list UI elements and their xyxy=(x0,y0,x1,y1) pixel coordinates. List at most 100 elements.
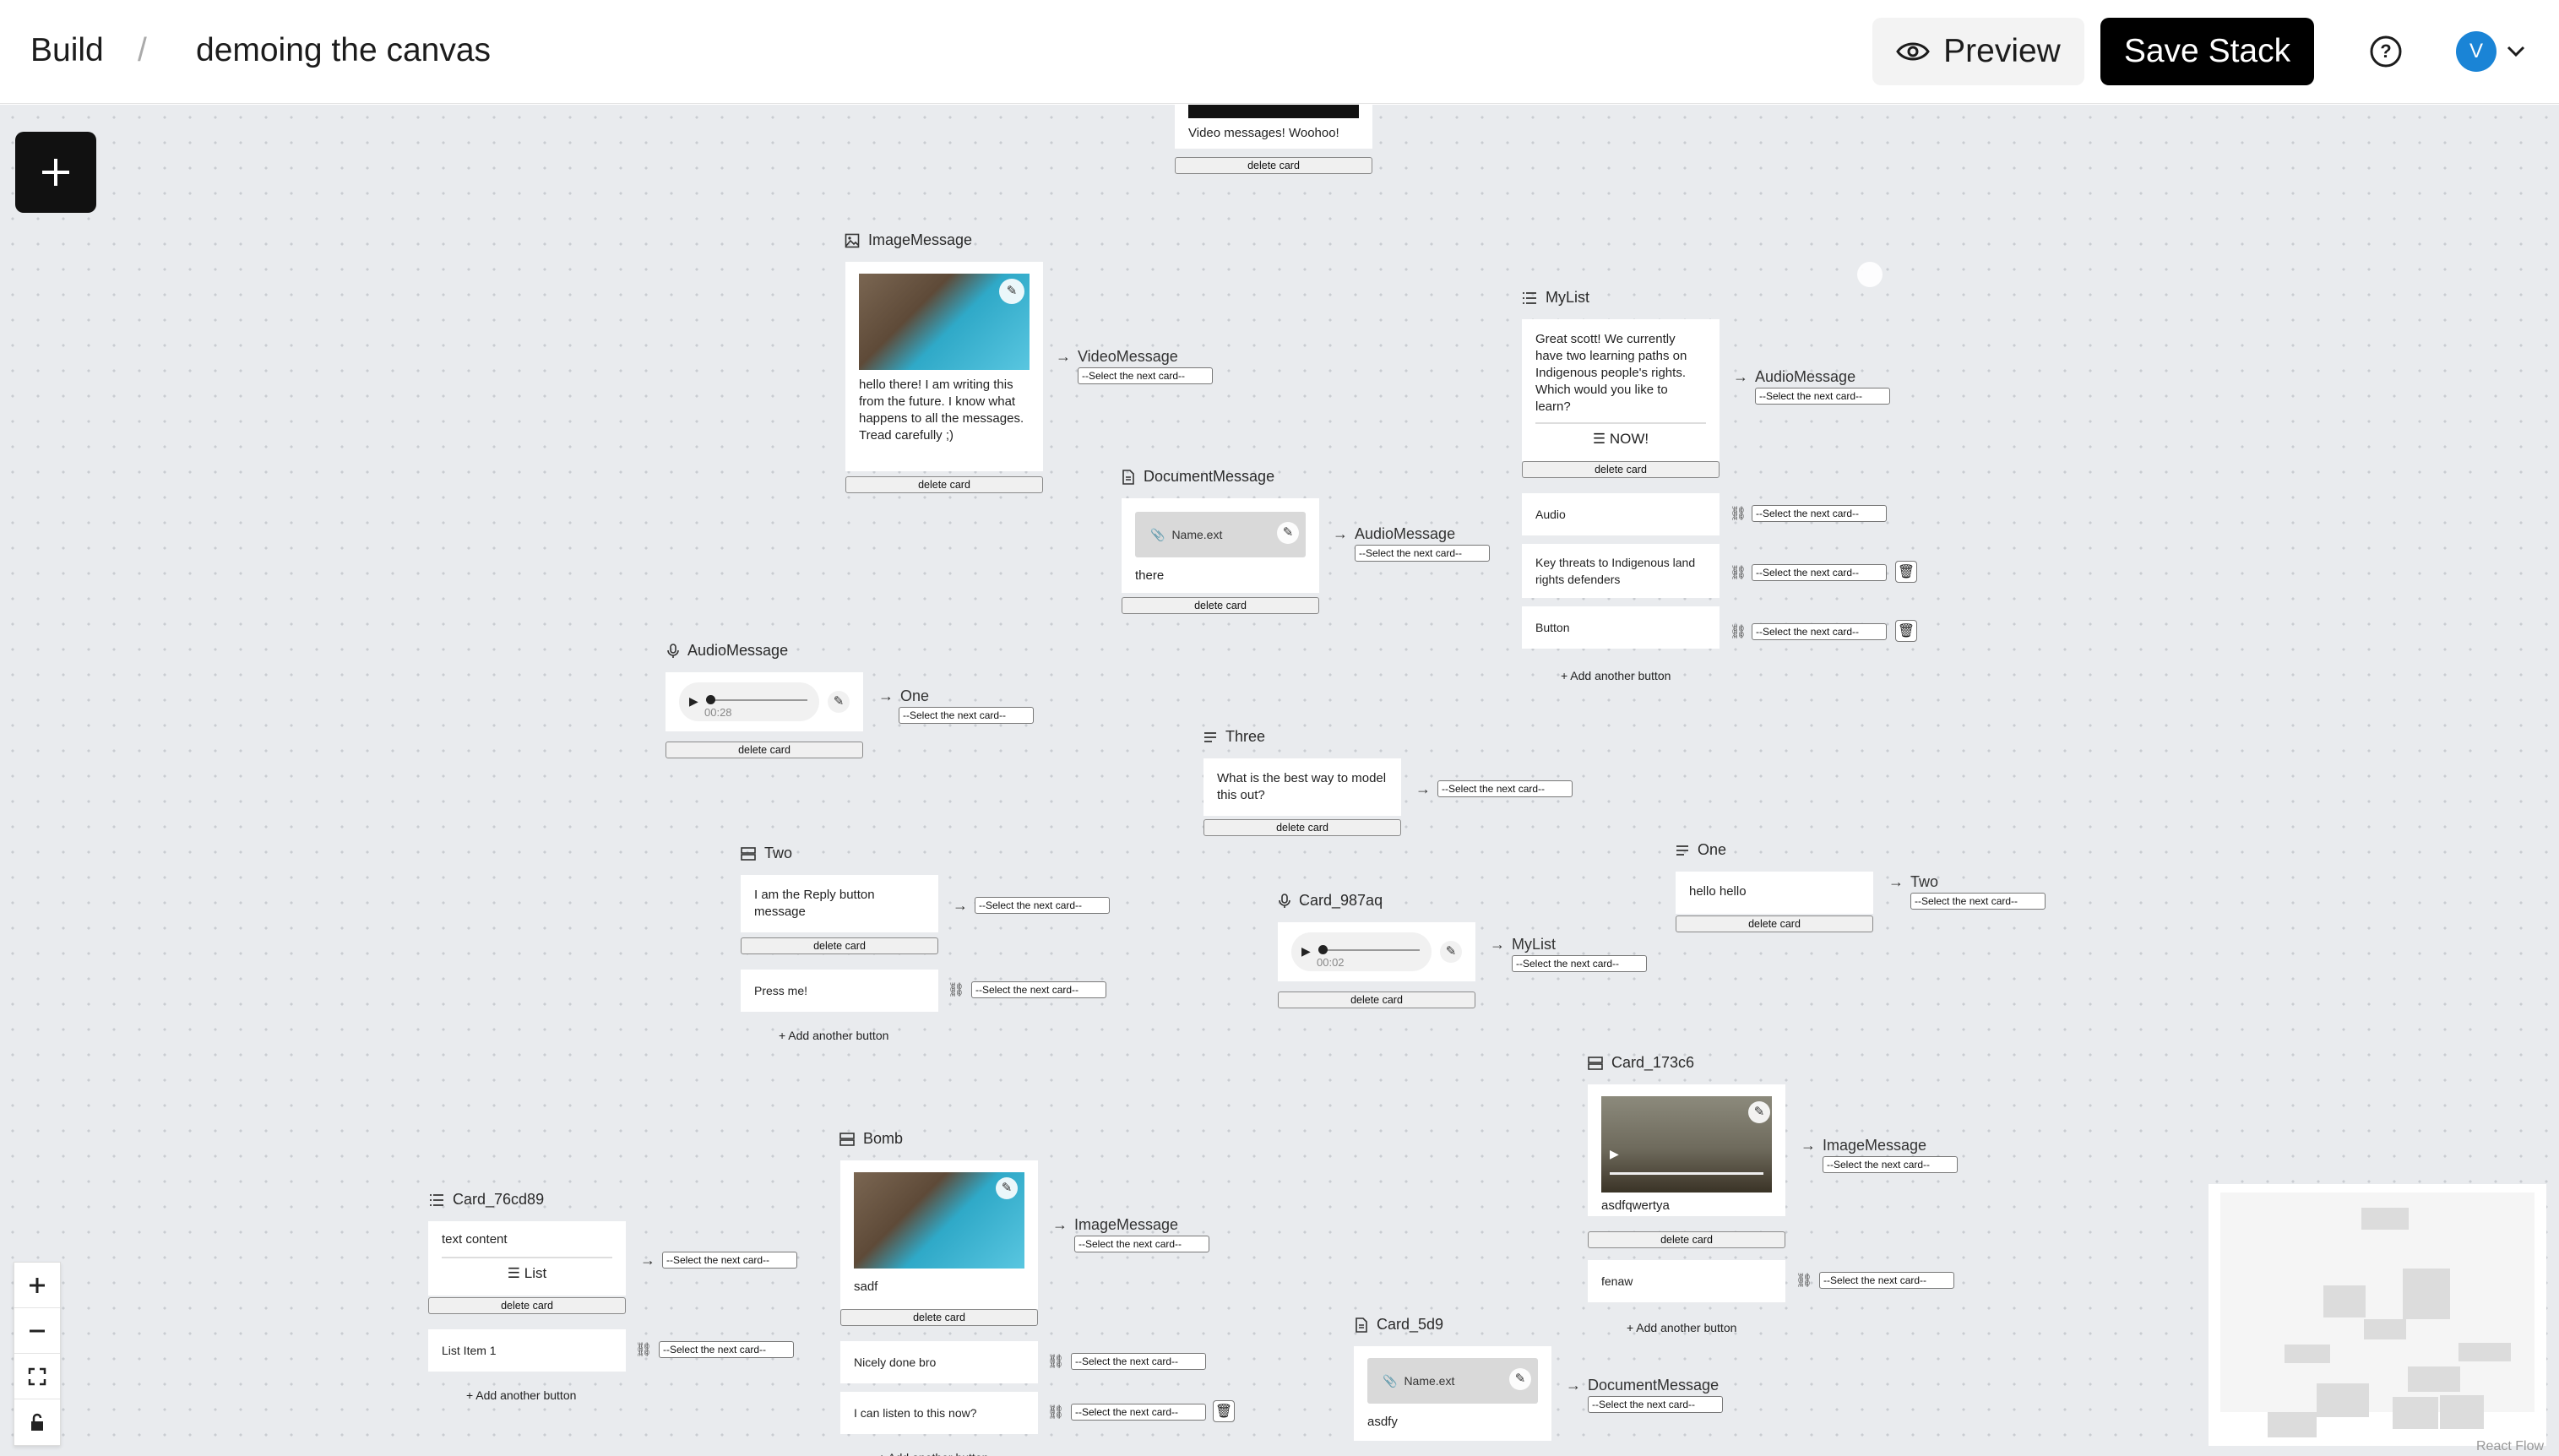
list-option[interactable]: List Item 1 xyxy=(428,1329,626,1372)
video-thumbnail xyxy=(1188,105,1359,118)
preview-button[interactable]: Preview xyxy=(1872,18,2084,85)
bomb-card[interactable]: ✎ sadf xyxy=(840,1160,1038,1309)
trash-icon[interactable]: 🗑 xyxy=(1895,620,1917,642)
zoom-out-button[interactable] xyxy=(14,1308,60,1354)
add-card-button[interactable] xyxy=(15,132,96,213)
option-next-select[interactable]: --Select the next card-- xyxy=(1752,505,1887,522)
edit-icon[interactable]: ✎ xyxy=(1277,522,1299,544)
reply-option[interactable]: I can listen to this now? xyxy=(840,1392,1038,1434)
next-card-select[interactable]: --Select the next card-- xyxy=(662,1252,797,1269)
trash-icon[interactable]: 🗑 xyxy=(1895,561,1917,583)
save-stack-button[interactable]: Save Stack xyxy=(2100,18,2314,85)
reply-option[interactable]: Press me! xyxy=(741,970,938,1012)
delete-card-button[interactable]: delete card xyxy=(1588,1231,1785,1248)
next-card-select[interactable]: --Select the next card-- xyxy=(975,897,1110,914)
svg-text:?: ? xyxy=(2380,41,2391,62)
option-next-select[interactable]: --Select the next card-- xyxy=(1071,1404,1206,1421)
delete-card-button[interactable]: delete card xyxy=(1175,157,1372,174)
three-card[interactable]: What is the best way to model this out? xyxy=(1203,758,1401,816)
card-title-text: Card_5d9 xyxy=(1377,1316,1444,1333)
card-987aq[interactable]: ▶ 00:02 ✎ xyxy=(1278,922,1475,981)
add-another-button[interactable]: + Add another button xyxy=(779,1029,888,1042)
list-option[interactable]: Key threats to Indigenous land rights de… xyxy=(1522,544,1720,598)
video-card[interactable]: Video messages! Woohoo! xyxy=(1175,105,1372,149)
delete-card-button[interactable]: delete card xyxy=(428,1297,626,1314)
option-next-select[interactable]: --Select the next card-- xyxy=(659,1341,794,1358)
help-icon[interactable]: ? xyxy=(2369,35,2403,68)
video-progress[interactable] xyxy=(1610,1172,1763,1175)
trash-icon[interactable]: 🗑 xyxy=(1213,1400,1235,1422)
option-next-select[interactable]: --Select the next card-- xyxy=(971,981,1106,998)
next-card-select[interactable]: --Select the next card-- xyxy=(1755,388,1890,405)
option-next-select[interactable]: --Select the next card-- xyxy=(1071,1353,1206,1370)
edit-icon[interactable]: ✎ xyxy=(828,691,850,713)
image-message-card[interactable]: ✎ hello there! I am writing this from th… xyxy=(845,262,1883,471)
next-card-select[interactable]: --Select the next card-- xyxy=(1823,1156,1958,1173)
audio-message-card[interactable]: ▶ 00:28 ✎ xyxy=(666,672,863,731)
fit-view-button[interactable] xyxy=(14,1354,60,1399)
delete-card-button[interactable]: delete card xyxy=(840,1309,1038,1326)
video-thumbnail[interactable]: ▶ xyxy=(1601,1096,1772,1193)
audio-scrubber[interactable] xyxy=(706,695,715,704)
play-icon[interactable]: ▶ xyxy=(1301,943,1311,959)
delete-card-button[interactable]: delete card xyxy=(1122,597,1319,614)
edit-icon[interactable]: ✎ xyxy=(1748,1101,1770,1123)
audio-progress[interactable] xyxy=(708,699,807,701)
delete-card-button[interactable]: delete card xyxy=(1203,819,1401,836)
card-173c6[interactable]: ▶ ✎ asdfqwertya xyxy=(1588,1084,1785,1216)
audio-player[interactable]: ▶ 00:02 xyxy=(1291,932,1432,971)
reply-option[interactable]: Nicely done bro xyxy=(840,1341,1038,1383)
delete-card-button[interactable]: delete card xyxy=(666,742,863,758)
chevron-down-icon[interactable] xyxy=(2505,41,2527,62)
list-option[interactable]: Button xyxy=(1522,606,1720,649)
react-flow-attribution[interactable]: React Flow xyxy=(2476,1439,2544,1454)
list-button[interactable]: ☰ List xyxy=(442,1257,612,1282)
next-card-select[interactable]: --Select the next card-- xyxy=(1355,545,1490,562)
add-another-button[interactable]: + Add another button xyxy=(1627,1321,1736,1334)
play-icon[interactable]: ▶ xyxy=(689,693,698,709)
option-next-select[interactable]: --Select the next card-- xyxy=(1752,623,1887,640)
add-another-button[interactable]: + Add another button xyxy=(466,1388,576,1402)
edit-icon[interactable]: ✎ xyxy=(1509,1368,1531,1390)
delete-card-button[interactable]: delete card xyxy=(1278,991,1475,1008)
arrow-right-icon: → xyxy=(1801,1137,1816,1154)
play-icon[interactable]: ▶ xyxy=(1610,1145,1619,1162)
flow-canvas[interactable]: Video messages! Woohoo! delete card Imag… xyxy=(0,105,2559,1456)
next-card-select[interactable]: --Select the next card-- xyxy=(899,707,1034,724)
list-button[interactable]: ☰ NOW! xyxy=(1535,422,1706,448)
edit-icon[interactable]: ✎ xyxy=(999,279,1024,304)
delete-card-button[interactable]: delete card xyxy=(1676,915,1873,932)
next-card-select[interactable]: --Select the next card-- xyxy=(1437,780,1573,797)
list-option[interactable]: Audio xyxy=(1522,493,1720,535)
option-next-select[interactable]: --Select the next card-- xyxy=(1752,564,1887,581)
document-message-card[interactable]: 📎 Name.ext ✎ there xyxy=(1122,498,1319,593)
add-another-button[interactable]: + Add another button xyxy=(878,1451,988,1456)
option-next-select[interactable]: --Select the next card-- xyxy=(1819,1272,1954,1289)
next-card-select[interactable]: --Select the next card-- xyxy=(1512,955,1647,972)
card-5d9[interactable]: 📎 Name.ext ✎ asdfy xyxy=(1354,1346,1551,1441)
breadcrumb-build[interactable]: Build xyxy=(30,29,104,73)
reply-option[interactable]: fenaw xyxy=(1588,1260,1785,1302)
audio-player[interactable]: ▶ 00:28 xyxy=(679,682,819,721)
next-card-select[interactable]: --Select the next card-- xyxy=(1588,1396,1723,1413)
delete-card-button[interactable]: delete card xyxy=(845,476,1043,493)
delete-card-button[interactable]: delete card xyxy=(741,937,938,954)
two-card[interactable]: I am the Reply button message xyxy=(741,875,938,932)
audio-scrubber[interactable] xyxy=(1318,945,1328,954)
next-card-select[interactable]: --Select the next card-- xyxy=(1910,893,2046,910)
card-76cd89[interactable]: text content ☰ List xyxy=(428,1221,626,1296)
add-another-button[interactable]: + Add another button xyxy=(1561,669,1671,682)
my-list-card[interactable]: Great scott! We currently have two learn… xyxy=(1522,319,1720,461)
lock-button[interactable] xyxy=(14,1399,60,1445)
edit-icon[interactable]: ✎ xyxy=(1440,941,1462,963)
avatar[interactable]: V xyxy=(2456,31,2497,72)
one-card[interactable]: hello hello xyxy=(1676,872,1873,914)
minimap[interactable] xyxy=(2209,1184,2546,1446)
next-card-select[interactable]: --Select the next card-- xyxy=(1074,1236,1209,1252)
stack-name[interactable]: demoing the canvas xyxy=(196,29,491,73)
audio-progress[interactable] xyxy=(1320,949,1420,951)
edit-icon[interactable]: ✎ xyxy=(996,1177,1018,1199)
delete-card-button[interactable]: delete card xyxy=(1522,461,1720,478)
zoom-in-button[interactable] xyxy=(14,1263,60,1308)
next-card-select[interactable]: --Select the next card-- xyxy=(1078,367,1213,384)
